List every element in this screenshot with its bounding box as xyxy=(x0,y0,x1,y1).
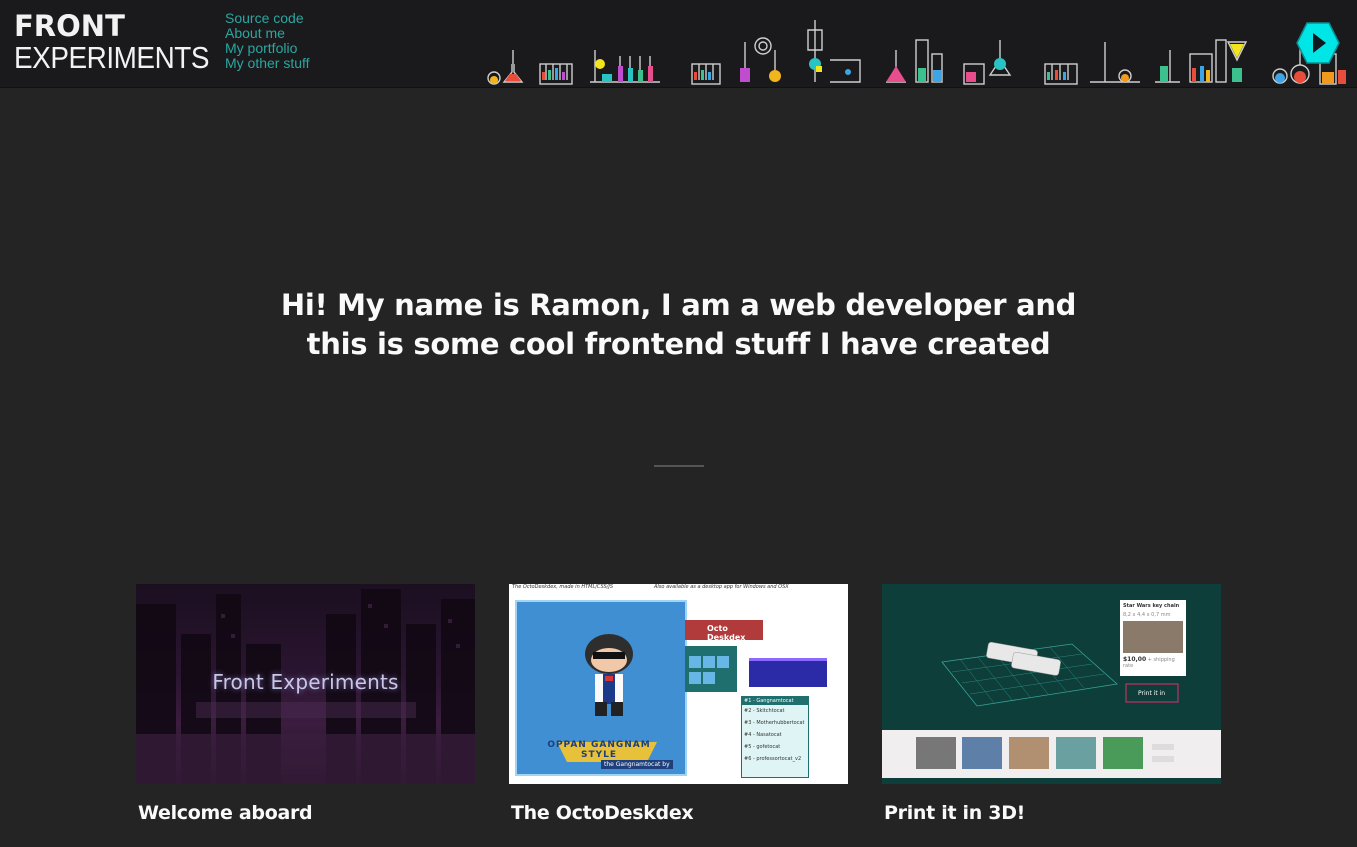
card-thumbnail: Star Wars key chain 8,2 x 4,4 x 0,7 mm $… xyxy=(882,584,1221,784)
card-octodeskdex[interactable]: The OctoDeskdex, made in HTML/CSS/JS Als… xyxy=(509,584,848,824)
app-list: #1 - Gangnamtocat #2 - Skitchtocat #3 - … xyxy=(741,696,809,778)
logo-experiments: EXPERIMENTS xyxy=(14,40,210,75)
main-nav: Source code About me My portfolio My oth… xyxy=(225,11,310,71)
nav-my-portfolio[interactable]: My portfolio xyxy=(225,41,310,56)
card-welcome-aboard[interactable]: Front Experiments Welcome aboard xyxy=(136,584,475,824)
blue-banner xyxy=(749,658,827,687)
thumb-note: Also available as a desktop app for Wind… xyxy=(654,584,789,590)
thumb-title: Front Experiments xyxy=(212,670,399,694)
logo[interactable]: FRONT EXPERIMENTS xyxy=(14,10,231,74)
card-title[interactable]: Print it in 3D! xyxy=(884,802,1221,824)
lab-equipment-illustration xyxy=(487,20,1346,85)
panel-size: 8,2 x 4,4 x 0,7 mm xyxy=(1123,612,1171,618)
panel-image xyxy=(1123,621,1183,653)
card-print-3d[interactable]: Star Wars key chain 8,2 x 4,4 x 0,7 mm $… xyxy=(882,584,1221,824)
card-title[interactable]: Welcome aboard xyxy=(138,802,475,824)
list-item: #1 - Gangnamtocat xyxy=(742,697,808,705)
octocat-panel: OPPAN GANGNAM STYLE the Gangnamtocat by xyxy=(515,600,687,776)
top-bar: FRONT EXPERIMENTS Source code About me M… xyxy=(0,0,1357,88)
play-icon[interactable] xyxy=(1296,22,1340,64)
app-grid xyxy=(685,646,737,692)
panel-title: Star Wars key chain xyxy=(1123,603,1180,609)
product-panel: Star Wars key chain 8,2 x 4,4 x 0,7 mm $… xyxy=(1120,600,1186,676)
thumb-art-text: OPPAN GANGNAM STYLE xyxy=(547,740,651,760)
logo-front: FRONT xyxy=(14,9,125,43)
card-thumbnail: Front Experiments xyxy=(136,584,475,784)
hero-title: Hi! My name is Ramon, I am a web develop… xyxy=(0,286,1357,364)
list-item: #6 - professortocat_v2 xyxy=(744,756,802,762)
nav-my-other-stuff[interactable]: My other stuff xyxy=(225,56,310,71)
print-button[interactable]: Print it in xyxy=(1138,690,1165,697)
list-item: #4 - Nasatocat xyxy=(744,732,782,738)
card-title[interactable]: The OctoDeskdex xyxy=(511,802,848,824)
panel-price: $10,00 xyxy=(1123,656,1147,663)
list-item: #3 - Motherhubbertocat xyxy=(744,720,805,726)
thumb-footer: the Gangnamtocat by xyxy=(601,760,673,769)
divider xyxy=(654,465,704,467)
hero-line-2: this is some cool frontend stuff I have … xyxy=(306,327,1051,361)
app-title-badge: Octo Deskdex xyxy=(685,620,763,642)
hero-line-1: Hi! My name is Ramon, I am a web develop… xyxy=(280,288,1077,322)
nav-source-code[interactable]: Source code xyxy=(225,11,310,26)
list-item: #2 - Skitchtocat xyxy=(744,708,785,714)
card-thumbnail: The OctoDeskdex, made in HTML/CSS/JS Als… xyxy=(509,584,848,784)
list-item: #5 - gofetocat xyxy=(744,744,781,750)
nav-about-me[interactable]: About me xyxy=(225,26,310,41)
app-name: Octo Deskdex xyxy=(707,624,746,642)
thumb-caption: The OctoDeskdex, made in HTML/CSS/JS xyxy=(512,584,614,590)
